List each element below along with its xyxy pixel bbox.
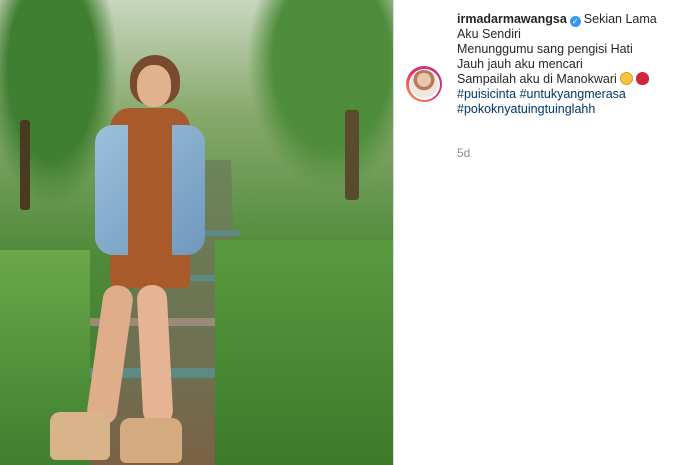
caption-line-1: Sekian Lama xyxy=(583,12,657,26)
shoe-left xyxy=(50,412,110,460)
grass-right xyxy=(215,240,393,465)
tree-trunk-left xyxy=(20,120,30,210)
blushing-face-icon xyxy=(619,72,633,85)
user-avatar[interactable] xyxy=(406,66,442,102)
avatar-image xyxy=(410,70,438,98)
kiss-lips-icon xyxy=(635,72,649,85)
person-face xyxy=(137,65,171,107)
hashtags-row-2: #pokoknyatuingtuinglahh xyxy=(457,102,697,117)
post-caption: irmadarmawangsa ✓ Sekian Lama Aku Sendiri … xyxy=(457,12,697,117)
hashtag-link[interactable]: #untukyangmerasa xyxy=(520,87,626,101)
caption-pane: irmadarmawangsa ✓ Sekian Lama Aku Sendiri … xyxy=(394,0,700,465)
caption-line-4: Jauh jauh aku mencari xyxy=(457,57,583,71)
post-timestamp[interactable]: 5d xyxy=(457,146,470,160)
username-link[interactable]: irmadarmawangsa xyxy=(457,12,567,26)
caption-line-5: Sampailah aku di Manokwari xyxy=(457,72,617,86)
caption-line-5-wrap: Sampailah aku di Manokwari xyxy=(457,72,697,87)
shoe-right xyxy=(120,418,182,463)
hashtag-link[interactable]: #pokoknyatuingtuinglahh xyxy=(457,102,595,116)
hashtags-row-1: #puisicinta #untukyangmerasa xyxy=(457,87,697,102)
tree-trunk xyxy=(345,110,359,200)
palm-tree-right xyxy=(240,0,393,200)
hashtag-link[interactable]: #puisicinta xyxy=(457,87,516,101)
avatar-ring xyxy=(408,68,440,100)
post-photo[interactable] xyxy=(0,0,393,465)
verified-badge-icon: ✓ xyxy=(569,16,581,27)
caption-line-2: Aku Sendiri xyxy=(457,27,521,41)
caption-line-3: Menunggumu sang pengisi Hati xyxy=(457,42,633,56)
